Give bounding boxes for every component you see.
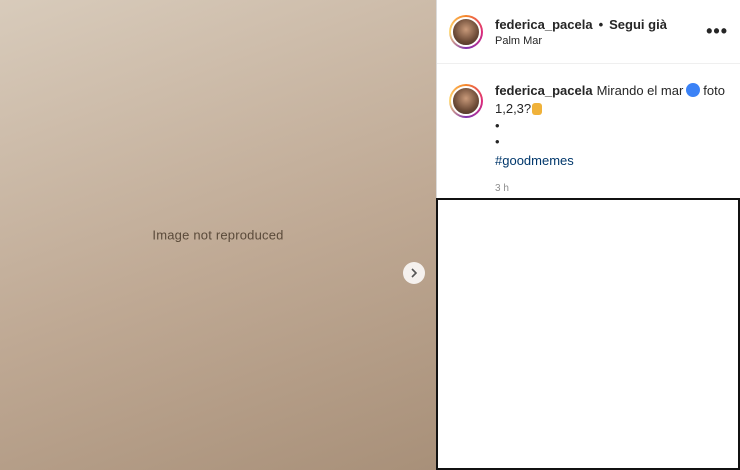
chevron-right-icon xyxy=(411,268,418,278)
post-media[interactable]: Image not reproduced xyxy=(0,0,436,470)
instagram-post-view: Image not reproduced federica_pacela • S… xyxy=(0,0,740,470)
next-media-button[interactable] xyxy=(403,262,425,284)
header-text: federica_pacela • Segui già Palm Mar xyxy=(495,17,698,47)
header-line: federica_pacela • Segui già xyxy=(495,17,698,32)
avatar-image xyxy=(451,16,481,47)
hashtag-link[interactable]: #goodmemes xyxy=(495,152,728,170)
username-link[interactable]: federica_pacela xyxy=(495,17,593,32)
caption-avatar-image xyxy=(451,86,481,116)
separator-dot: • xyxy=(598,16,604,32)
media-note: Image not reproduced xyxy=(152,227,284,243)
wave-emoji-icon xyxy=(686,83,701,97)
post-timestamp[interactable]: 3 h xyxy=(495,180,728,198)
caption-text-1: Mirando el mar xyxy=(596,83,684,98)
caption: federica_pacela Mirando el mar foto 1,2,3?… xyxy=(437,64,740,198)
location-link[interactable]: Palm Mar xyxy=(495,35,698,47)
hand-emoji-icon xyxy=(532,103,543,115)
caption-username-link[interactable]: federica_pacela xyxy=(495,83,593,98)
following-button[interactable]: Segui già xyxy=(609,17,667,32)
avatar[interactable] xyxy=(449,14,483,49)
caption-body: federica_pacela Mirando el mar foto 1,2,3?… xyxy=(495,82,728,198)
caption-avatar[interactable] xyxy=(449,84,483,118)
caption-bullet-2: • xyxy=(495,134,500,149)
post-details-panel: federica_pacela • Segui già Palm Mar •••… xyxy=(436,0,740,198)
empty-panel-box xyxy=(436,198,740,470)
post-header: federica_pacela • Segui già Palm Mar ••• xyxy=(437,0,740,64)
caption-bullet-1: • xyxy=(495,118,500,133)
more-options-icon[interactable]: ••• xyxy=(706,21,728,42)
